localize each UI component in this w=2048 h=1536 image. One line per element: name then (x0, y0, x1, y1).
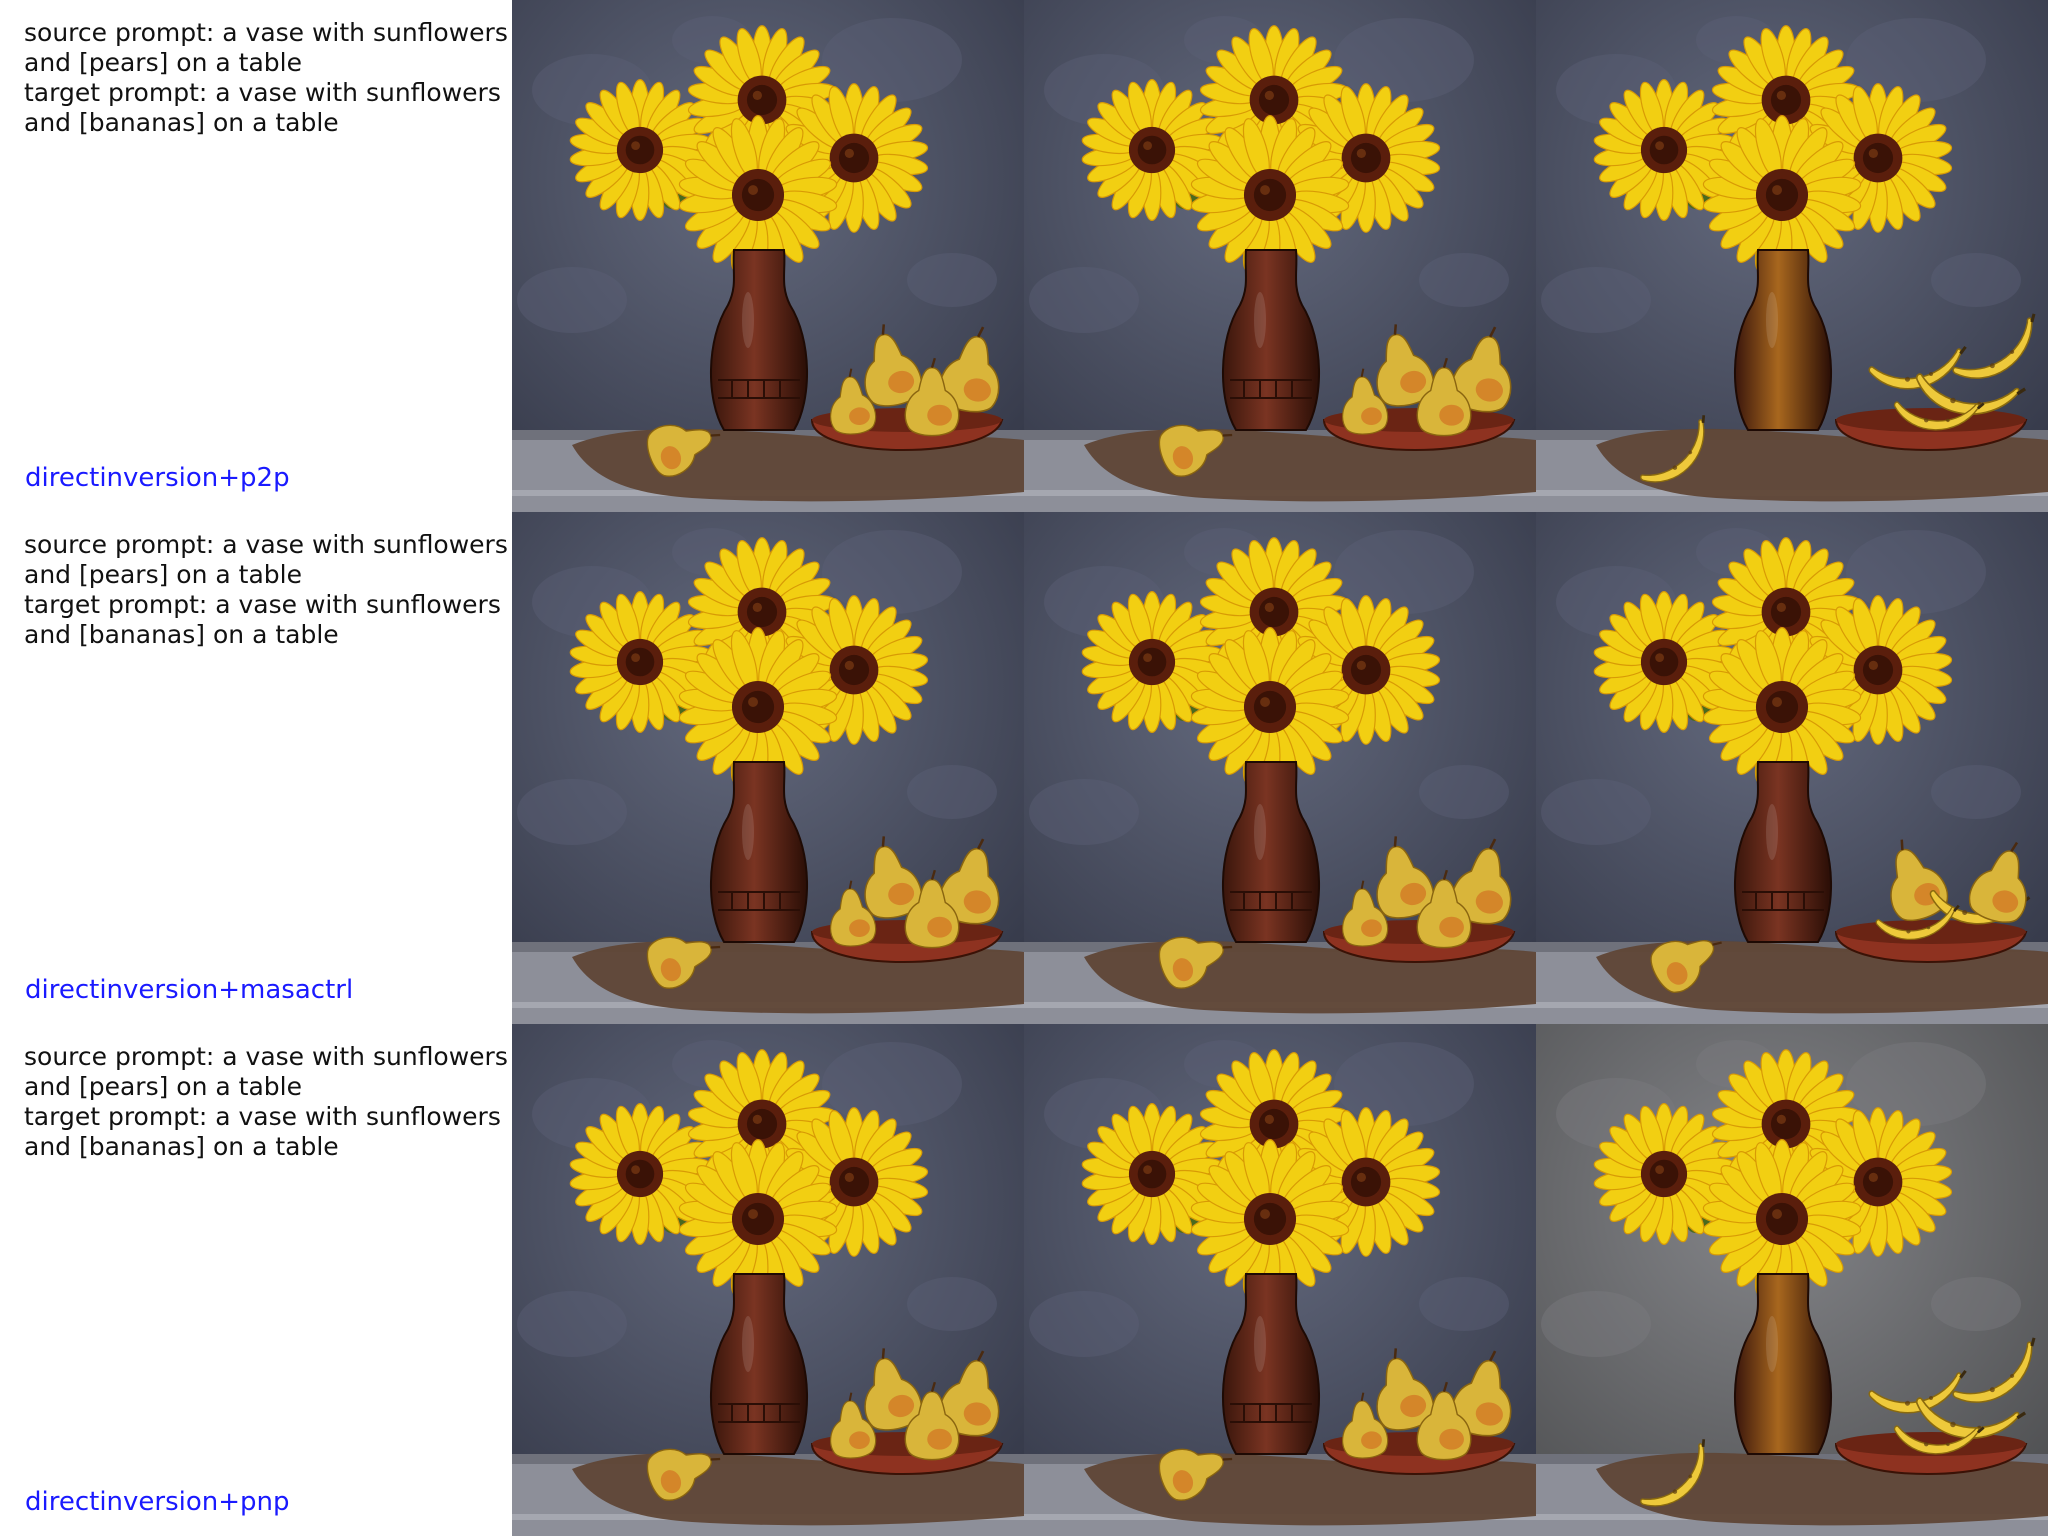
still-life-scene (1024, 512, 1536, 1024)
edited-image (1536, 512, 2048, 1024)
still-life-scene (1024, 1024, 1536, 1536)
still-life-scene (512, 1024, 1024, 1536)
source-prompt-line-2: and [pears] on a table (24, 48, 302, 77)
source-image (512, 0, 1024, 512)
target-prompt-line-2: and [bananas] on a table (24, 108, 339, 137)
prompt-text: source prompt: a vase with sunflowers an… (24, 530, 514, 650)
comparison-grid: source prompt: a vase with sunflowers an… (0, 0, 2048, 1536)
row-label-panel: source prompt: a vase with sunflowers an… (0, 0, 512, 512)
row-directinversion-p2p: source prompt: a vase with sunflowers an… (0, 0, 2048, 512)
source-prompt-line-2: and [pears] on a table (24, 1072, 302, 1101)
prompt-text: source prompt: a vase with sunflowers an… (24, 1042, 514, 1162)
still-life-scene (1536, 512, 2048, 1024)
still-life-scene (512, 0, 1024, 512)
source-image (512, 1024, 1024, 1536)
row-directinversion-masactrl: source prompt: a vase with sunflowers an… (0, 512, 2048, 1024)
source-prompt-line-1: source prompt: a vase with sunflowers (24, 18, 508, 47)
target-prompt-line-2: and [bananas] on a table (24, 620, 339, 649)
still-life-scene (512, 512, 1024, 1024)
method-name: directinversion+pnp (25, 1487, 290, 1517)
still-life-scene (1536, 1024, 2048, 1536)
method-name: directinversion+p2p (25, 463, 290, 493)
source-prompt-line-2: and [pears] on a table (24, 560, 302, 589)
row-label-panel: source prompt: a vase with sunflowers an… (0, 1024, 512, 1536)
edited-image (1536, 0, 2048, 512)
source-image (512, 512, 1024, 1024)
reconstruction-image (1024, 512, 1536, 1024)
reconstruction-image (1024, 0, 1536, 512)
source-prompt-line-1: source prompt: a vase with sunflowers (24, 530, 508, 559)
row-label-panel: source prompt: a vase with sunflowers an… (0, 512, 512, 1024)
prompt-text: source prompt: a vase with sunflowers an… (24, 18, 514, 138)
source-prompt-line-1: source prompt: a vase with sunflowers (24, 1042, 508, 1071)
edited-image (1536, 1024, 2048, 1536)
target-prompt-line-1: target prompt: a vase with sunflowers (24, 590, 501, 619)
target-prompt-line-2: and [bananas] on a table (24, 1132, 339, 1161)
row-directinversion-pnp: source prompt: a vase with sunflowers an… (0, 1024, 2048, 1536)
still-life-scene (1536, 0, 2048, 512)
target-prompt-line-1: target prompt: a vase with sunflowers (24, 78, 501, 107)
method-name: directinversion+masactrl (25, 975, 354, 1005)
still-life-scene (1024, 0, 1536, 512)
target-prompt-line-1: target prompt: a vase with sunflowers (24, 1102, 501, 1131)
reconstruction-image (1024, 1024, 1536, 1536)
